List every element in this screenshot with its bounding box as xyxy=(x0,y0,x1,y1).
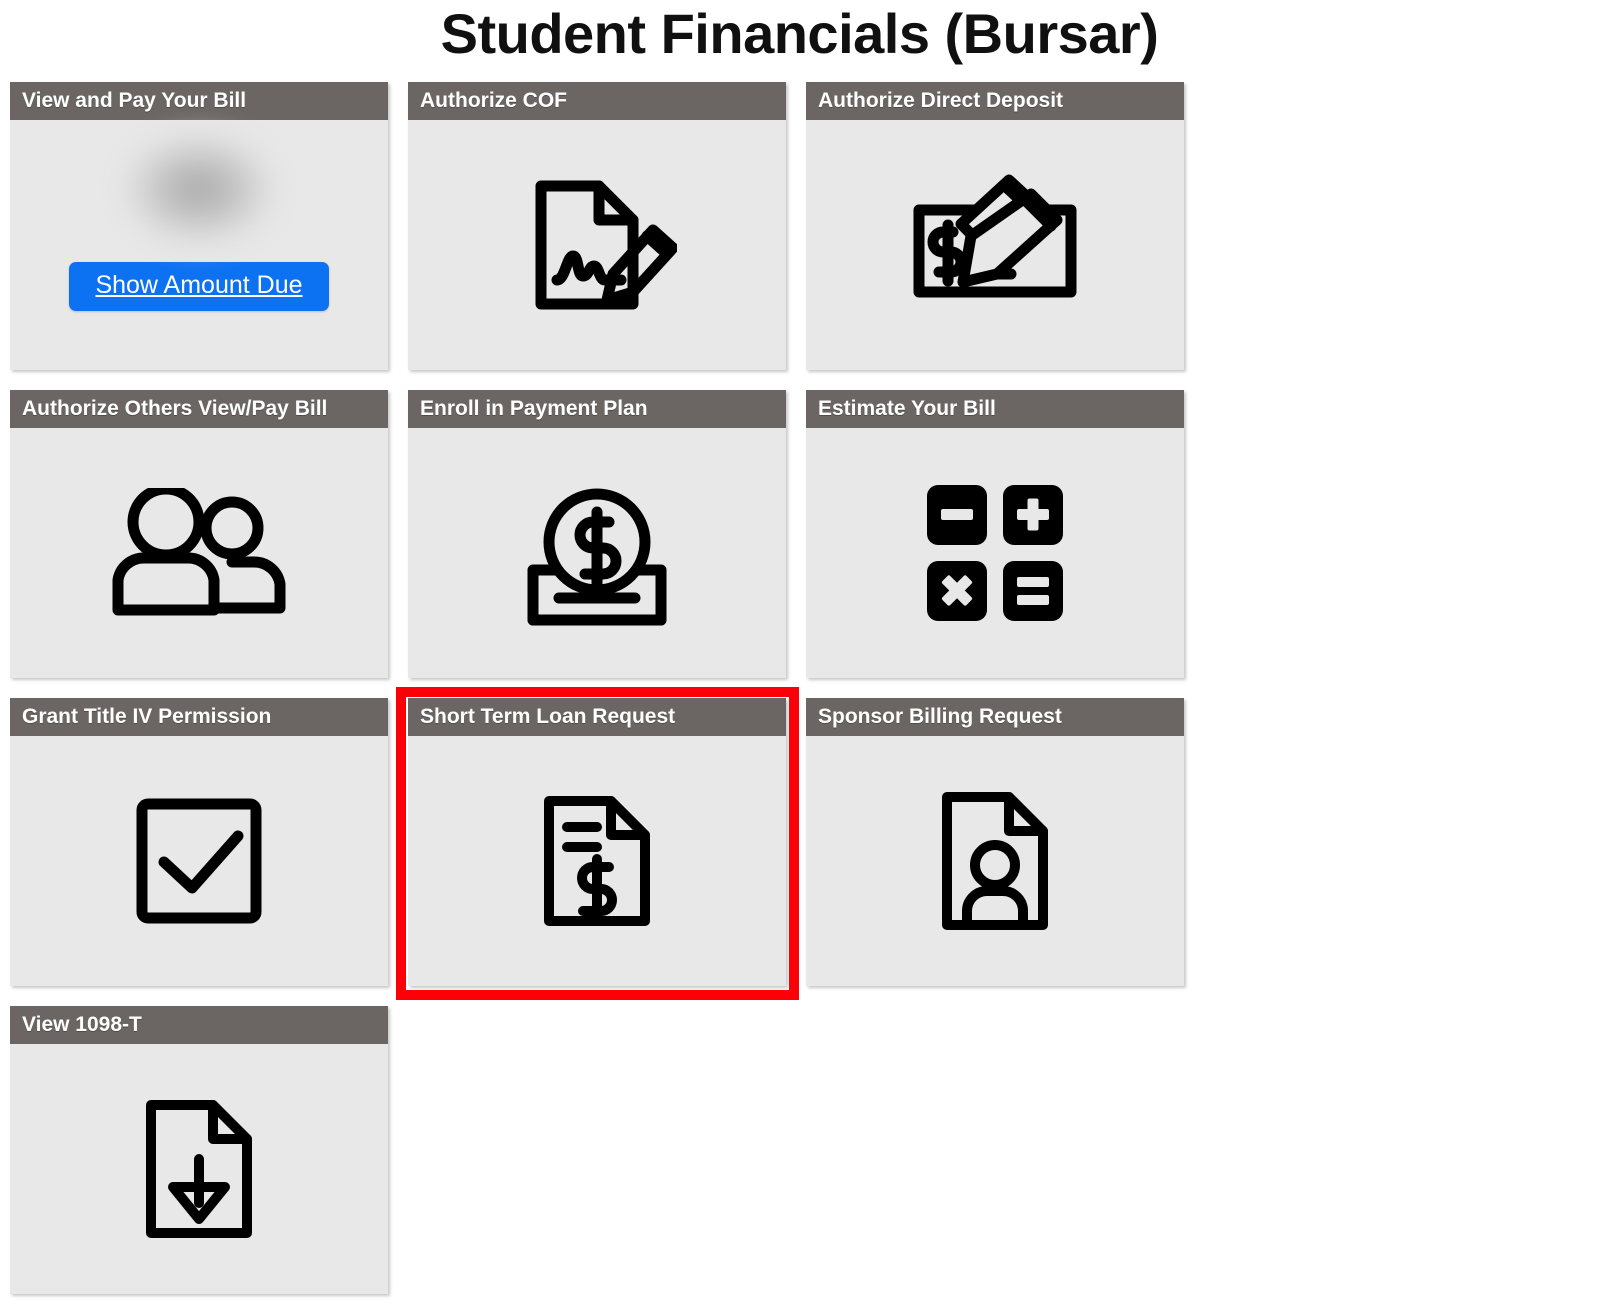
blurred-redacted-icon xyxy=(124,134,274,244)
student-financials-page: Student Financials (Bursar) View and Pay… xyxy=(0,0,1599,1294)
tile-view-and-pay-your-bill[interactable]: View and Pay Your Bill Show Amount Due xyxy=(10,82,388,370)
tile-header-enroll-in-payment-plan: Enroll in Payment Plan xyxy=(408,390,786,428)
checkbox-checked-icon xyxy=(134,796,264,926)
tile-cell-sponsor-billing-request: Sponsor Billing Request xyxy=(806,698,1194,990)
dollar-coin-deposit-icon xyxy=(517,478,677,628)
tile-body-grant-title-iv-permission xyxy=(10,736,388,986)
tile-header-authorize-direct-deposit: Authorize Direct Deposit xyxy=(806,82,1184,120)
tile-body-view-and-pay-your-bill: Show Amount Due xyxy=(10,120,388,370)
tile-authorize-others-view-pay-bill[interactable]: Authorize Others View/Pay Bill xyxy=(10,390,388,678)
document-dollar-icon xyxy=(537,791,657,931)
document-person-icon xyxy=(935,789,1055,934)
page-title: Student Financials (Bursar) xyxy=(440,2,1159,65)
tile-view-1098-t[interactable]: View 1098-T xyxy=(10,1006,388,1294)
tile-cell-authorize-direct-deposit: Authorize Direct Deposit xyxy=(806,82,1194,374)
tile-header-estimate-your-bill: Estimate Your Bill xyxy=(806,390,1184,428)
tile-cell-view-and-pay-your-bill: View and Pay Your Bill Show Amount Due xyxy=(10,82,398,374)
tile-body-authorize-cof xyxy=(408,120,786,370)
tile-enroll-in-payment-plan[interactable]: Enroll in Payment Plan xyxy=(408,390,786,678)
document-download-icon xyxy=(139,1097,259,1242)
tile-body-estimate-your-bill xyxy=(806,428,1184,678)
tile-cell-authorize-cof: Authorize COF xyxy=(408,82,796,374)
tile-grant-title-iv-permission[interactable]: Grant Title IV Permission xyxy=(10,698,388,986)
tile-cell-view-1098-t: View 1098-T xyxy=(10,1006,398,1298)
tile-authorize-cof[interactable]: Authorize COF xyxy=(408,82,786,370)
tile-cell-grant-title-iv-permission: Grant Title IV Permission xyxy=(10,698,398,990)
tile-body-authorize-others-view-pay-bill xyxy=(10,428,388,678)
tile-sponsor-billing-request[interactable]: Sponsor Billing Request xyxy=(806,698,1184,986)
tile-body-sponsor-billing-request xyxy=(806,736,1184,986)
tile-header-short-term-loan-request: Short Term Loan Request xyxy=(408,698,786,736)
tile-body-authorize-direct-deposit xyxy=(806,120,1184,370)
tile-short-term-loan-request[interactable]: Short Term Loan Request xyxy=(408,698,786,986)
tile-grid: View and Pay Your Bill Show Amount Due A… xyxy=(10,82,1590,1314)
tile-cell-short-term-loan-request: Short Term Loan Request xyxy=(396,687,799,1000)
tile-header-grant-title-iv-permission: Grant Title IV Permission xyxy=(10,698,388,736)
document-signature-pencil-icon xyxy=(517,170,677,320)
tile-authorize-direct-deposit[interactable]: Authorize Direct Deposit xyxy=(806,82,1184,370)
tile-header-view-1098-t: View 1098-T xyxy=(10,1006,388,1044)
calculator-keys-icon xyxy=(925,483,1065,623)
tile-header-authorize-cof: Authorize COF xyxy=(408,82,786,120)
tile-cell-authorize-others-view-pay-bill: Authorize Others View/Pay Bill xyxy=(10,390,398,682)
tile-body-short-term-loan-request xyxy=(408,736,786,986)
tile-header-sponsor-billing-request: Sponsor Billing Request xyxy=(806,698,1184,736)
tile-estimate-your-bill[interactable]: Estimate Your Bill xyxy=(806,390,1184,678)
two-people-icon xyxy=(104,488,294,618)
show-amount-due-button[interactable]: Show Amount Due xyxy=(69,262,329,311)
tile-cell-enroll-in-payment-plan: Enroll in Payment Plan xyxy=(408,390,796,682)
check-with-pencil-icon xyxy=(905,170,1085,320)
tile-header-view-and-pay-your-bill: View and Pay Your Bill xyxy=(10,82,388,120)
tile-cell-estimate-your-bill: Estimate Your Bill xyxy=(806,390,1194,682)
tile-header-authorize-others-view-pay-bill: Authorize Others View/Pay Bill xyxy=(10,390,388,428)
tile-body-enroll-in-payment-plan xyxy=(408,428,786,678)
tile-body-view-1098-t xyxy=(10,1044,388,1294)
